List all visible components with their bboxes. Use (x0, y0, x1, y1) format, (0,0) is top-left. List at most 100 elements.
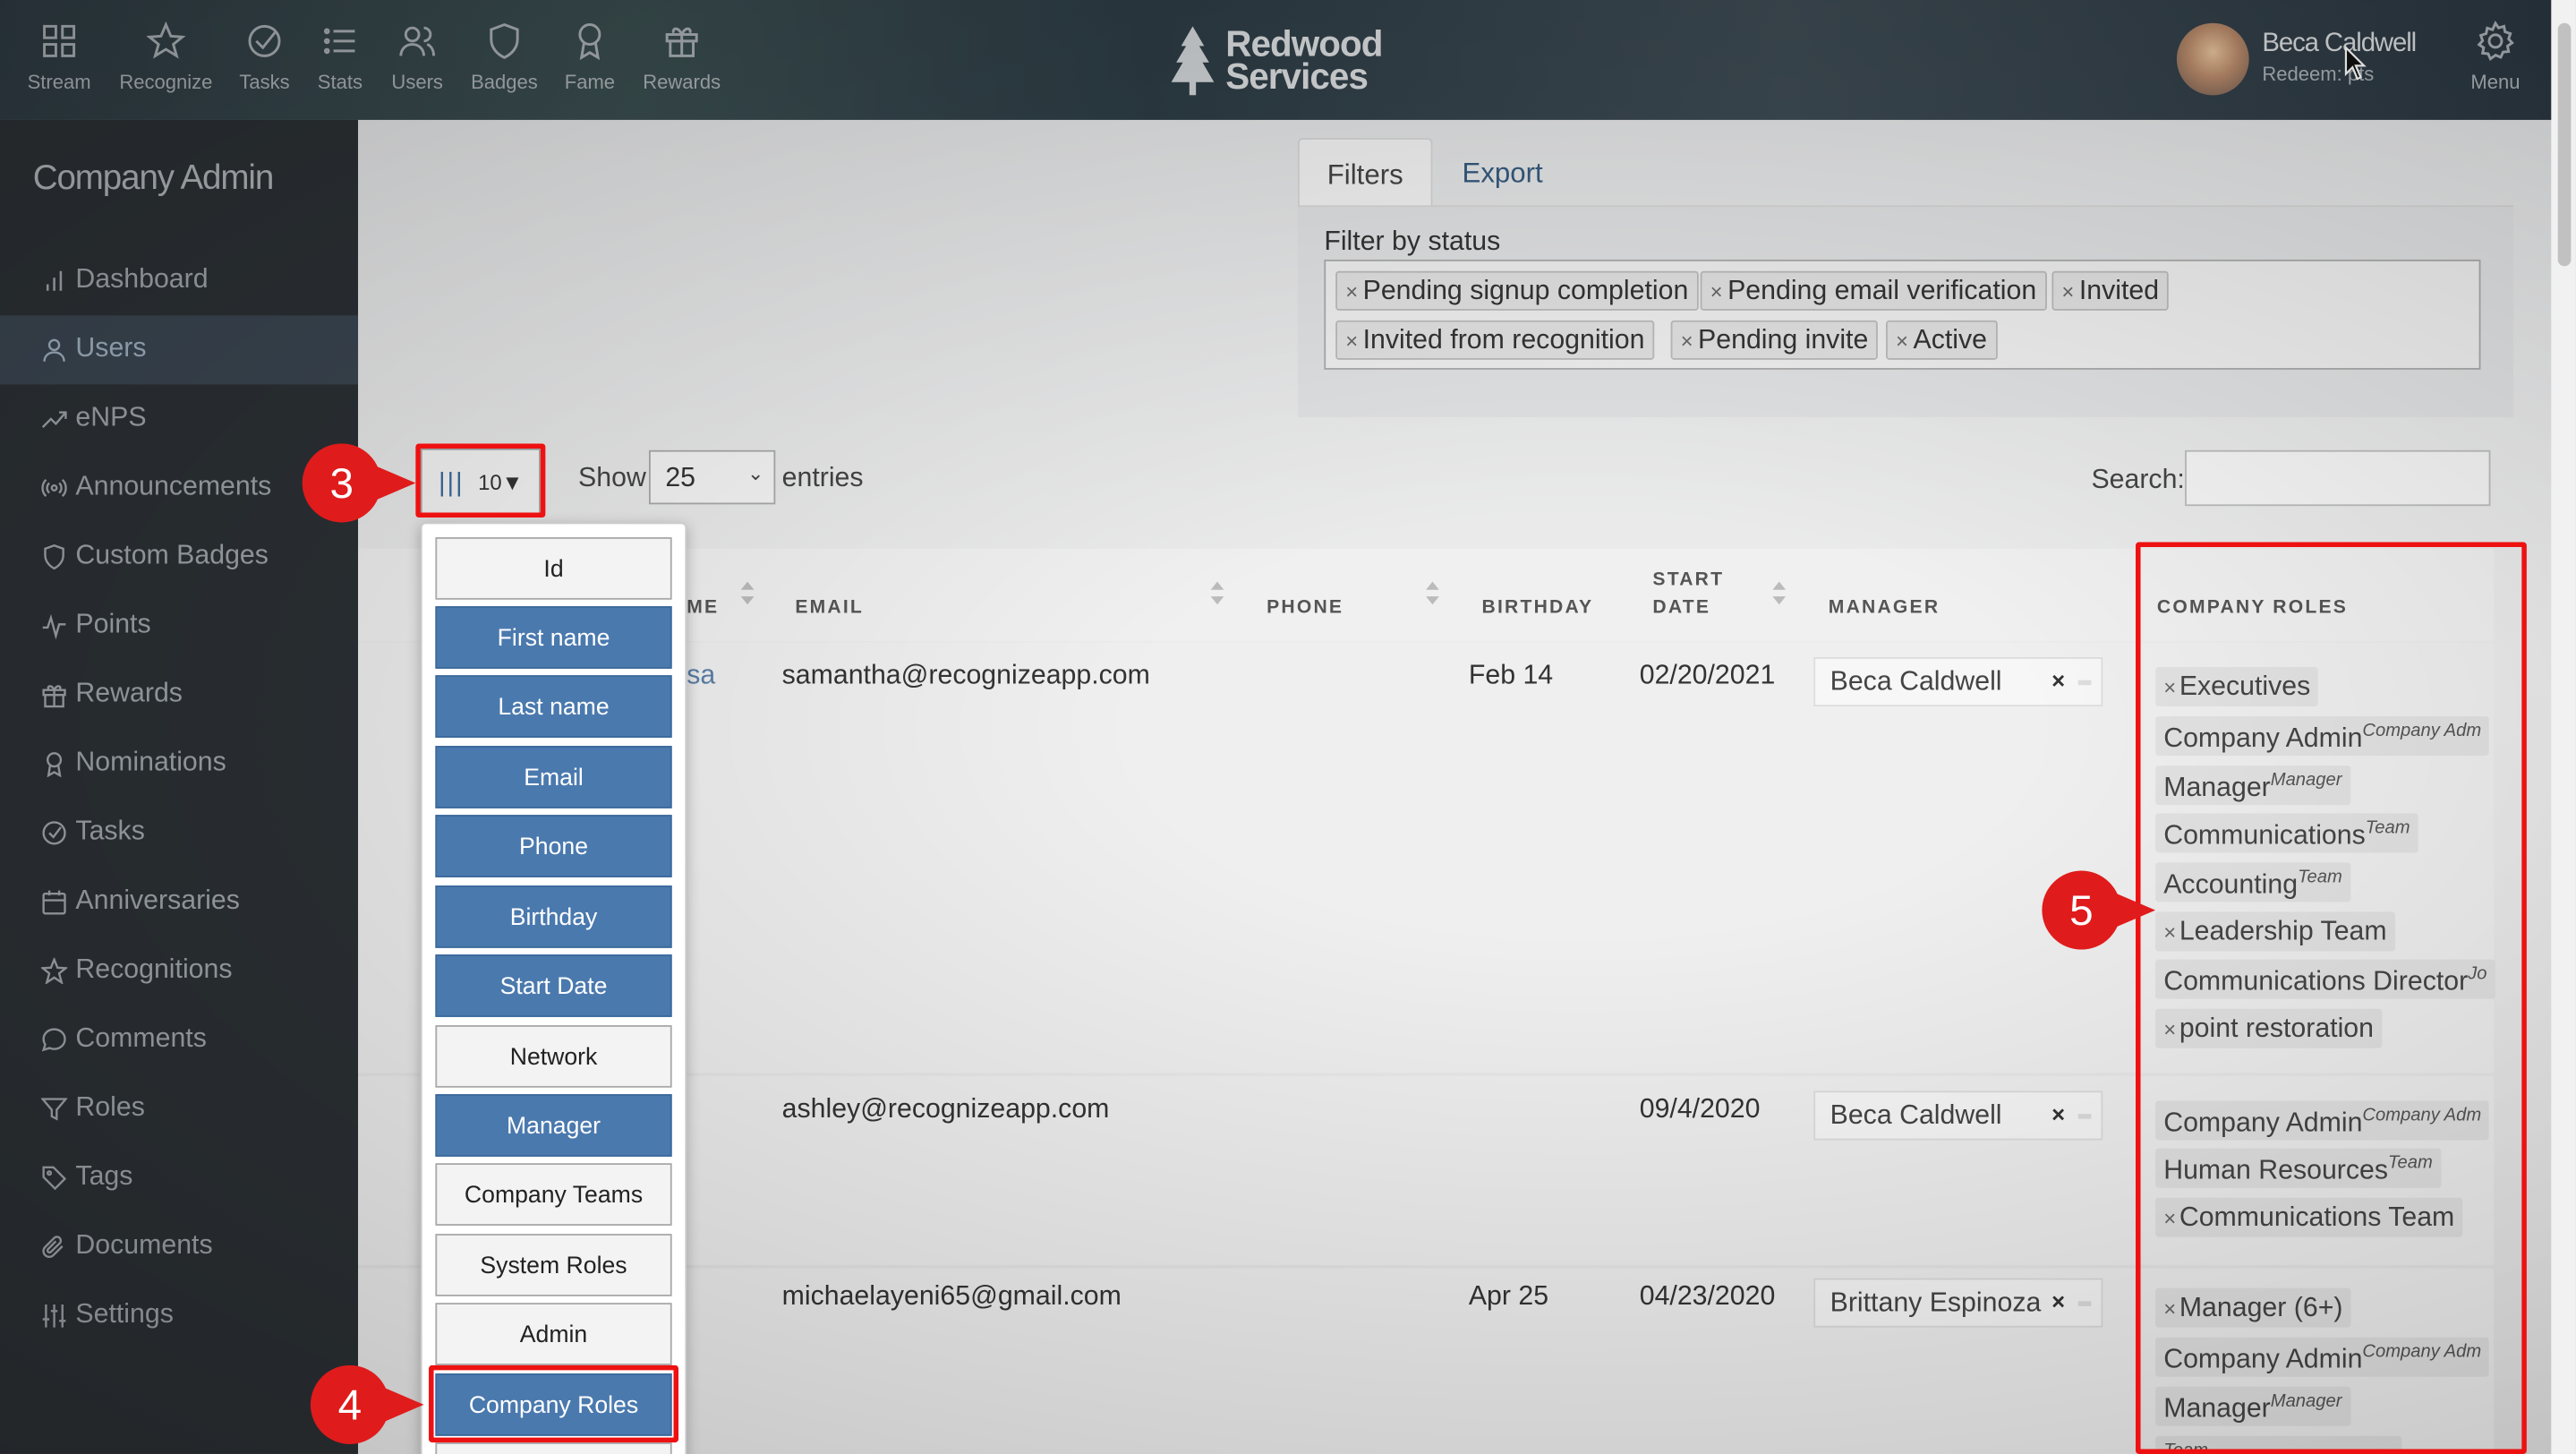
dropdown-handle[interactable] (2077, 1301, 2092, 1306)
sort-icon[interactable] (1772, 581, 1787, 605)
users-icon (399, 26, 436, 56)
header-phone[interactable]: PHONE (1267, 598, 1343, 618)
remove-tag-icon[interactable]: × (1345, 279, 1358, 304)
nav-recognize[interactable]: Recognize (115, 0, 217, 120)
clear-manager-icon[interactable]: × (2051, 1288, 2065, 1314)
trend-icon (41, 411, 67, 428)
sidebar-item-documents[interactable]: Documents (0, 1212, 358, 1281)
tab-filters[interactable]: Filters (1297, 138, 1433, 208)
sort-icon[interactable] (740, 581, 755, 605)
annotation-marker-5: 5 (2042, 870, 2156, 950)
nav-fame[interactable]: Fame (541, 0, 639, 120)
sidebar-item-comments[interactable]: Comments (0, 1005, 358, 1074)
manager-select[interactable]: Brittany Espinoza × (1813, 1278, 2103, 1328)
dropdown-handle[interactable] (2077, 1114, 2092, 1119)
column-toggle-first-name[interactable]: First name (435, 606, 672, 669)
sidebar-item-points[interactable]: Points (0, 592, 358, 661)
column-toggle-last-name[interactable]: Last name (435, 675, 672, 738)
header-start-date-line1[interactable]: START (1652, 570, 1724, 590)
column-toggle-birthday[interactable]: Birthday (435, 885, 672, 948)
search-input[interactable] (2185, 449, 2491, 507)
chevron-down-icon: ⌄ (746, 461, 764, 485)
column-toggle-id[interactable]: Id (435, 537, 672, 600)
header-birthday[interactable]: BIRTHDAY (1482, 598, 1594, 618)
sidebar-item-label: Roles (75, 1092, 145, 1123)
award-icon (47, 752, 63, 777)
remove-tag-icon[interactable]: × (1345, 329, 1358, 354)
comment-icon (41, 1028, 66, 1052)
header-last-name[interactable]: ME (687, 598, 719, 618)
user-name[interactable]: Beca Caldwell (2262, 30, 2417, 59)
column-toggle-phone[interactable]: Phone (435, 815, 672, 877)
sidebar-item-rewards[interactable]: Rewards (0, 661, 358, 730)
marker-label: 5 (2069, 887, 2094, 935)
column-toggle-network[interactable]: Network (435, 1025, 672, 1088)
sidebar-item-label: Recognitions (75, 954, 233, 985)
header-email[interactable]: EMAIL (795, 598, 864, 618)
paperclip-icon (42, 1236, 64, 1258)
sidebar-item-users[interactable]: Users (0, 315, 359, 385)
avatar[interactable] (2176, 22, 2249, 96)
remove-tag-icon[interactable]: × (1896, 329, 1908, 354)
cell-email: michaelayeni65@gmail.com (781, 1281, 1122, 1312)
nav-rewards[interactable]: Rewards (633, 0, 731, 120)
page-scrollbar-thumb[interactable] (2557, 22, 2572, 267)
filter-tag[interactable]: × Pending invite (1670, 320, 1879, 360)
sidebar-item-tags[interactable]: Tags (0, 1143, 358, 1212)
menu-label: Menu (2470, 70, 2521, 94)
sidebar-item-label: Points (75, 609, 151, 639)
top-nav: Stream Recognize Tasks Stats Users Badge… (0, 0, 2552, 120)
sidebar-item-label: Documents (75, 1230, 213, 1261)
sidebar-item-dashboard[interactable]: Dashboard (0, 246, 358, 315)
cell-start-date: 09/4/2020 (1639, 1094, 1761, 1125)
column-toggle-admin[interactable]: Admin (435, 1303, 672, 1365)
filter-status-label: Filter by status (1324, 227, 1501, 257)
manager-select[interactable]: Beca Caldwell × (1813, 1090, 2103, 1141)
header-manager[interactable]: MANAGER (1829, 598, 1940, 618)
page-length-select[interactable]: 25 ⌄ (648, 449, 776, 505)
sidebar-item-settings[interactable]: Settings (0, 1281, 358, 1350)
manager-name: Brittany Espinoza (1830, 1287, 2042, 1318)
clear-manager-icon[interactable]: × (2051, 667, 2065, 693)
nav-badges[interactable]: Badges (455, 0, 553, 120)
column-toggle-more[interactable] (435, 1442, 672, 1454)
sidebar-item-nominations[interactable]: Nominations (0, 730, 358, 799)
column-toggle-system-roles[interactable]: System Roles (435, 1234, 672, 1296)
nav-users[interactable]: Users (368, 0, 466, 120)
tab-export[interactable]: Export (1463, 138, 1543, 207)
annotation-marker-3: 3 (302, 443, 416, 523)
sidebar-item-tasks[interactable]: Tasks (0, 799, 358, 868)
filter-tag[interactable]: × Pending email verification (1700, 270, 2047, 311)
nav-stream[interactable]: Stream (10, 0, 108, 120)
column-toggle-email[interactable]: Email (435, 746, 672, 808)
filter-tag[interactable]: × Invited (2051, 270, 2170, 311)
status-filter-input[interactable]: × Pending signup completion × Pending emai… (1324, 259, 2481, 370)
filter-tag[interactable]: × Pending signup completion (1335, 270, 1699, 311)
sidebar-item-custom-badges[interactable]: Custom Badges (0, 523, 358, 592)
menu-button[interactable]: Menu (2462, 0, 2528, 120)
sidebar-item-roles[interactable]: Roles (0, 1074, 358, 1143)
remove-tag-icon[interactable]: × (1681, 329, 1693, 354)
cell-last-name[interactable]: sa (687, 661, 715, 692)
remove-tag-icon[interactable]: × (1710, 279, 1723, 304)
sort-icon[interactable] (1210, 581, 1224, 605)
sidebar-item-label: Settings (75, 1299, 174, 1330)
clear-manager-icon[interactable]: × (2051, 1100, 2065, 1126)
remove-tag-icon[interactable]: × (2061, 279, 2074, 304)
dropdown-handle[interactable] (2077, 680, 2092, 686)
sidebar-item-label: Tags (75, 1161, 133, 1192)
column-toggle-company-teams[interactable]: Company Teams (435, 1163, 672, 1226)
column-toggle-start-date[interactable]: Start Date (435, 954, 672, 1017)
filter-tag[interactable]: × Active (1886, 320, 1997, 360)
sidebar-item-label: eNPS (75, 402, 147, 432)
column-toggle-manager[interactable]: Manager (435, 1094, 672, 1157)
list-icon (323, 28, 355, 55)
sidebar-item-recognitions[interactable]: Recognitions (0, 937, 358, 1005)
sidebar-item-anniversaries[interactable]: Anniversaries (0, 868, 358, 937)
manager-select[interactable]: Beca Caldwell × (1813, 657, 2103, 707)
user-icon (43, 338, 65, 362)
filter-tag-label: Pending invite (1698, 325, 1869, 355)
filter-tag[interactable]: × Invited from recognition (1335, 320, 1655, 360)
sort-icon[interactable] (1426, 581, 1439, 605)
header-start-date-line2[interactable]: DATE (1652, 598, 1710, 618)
